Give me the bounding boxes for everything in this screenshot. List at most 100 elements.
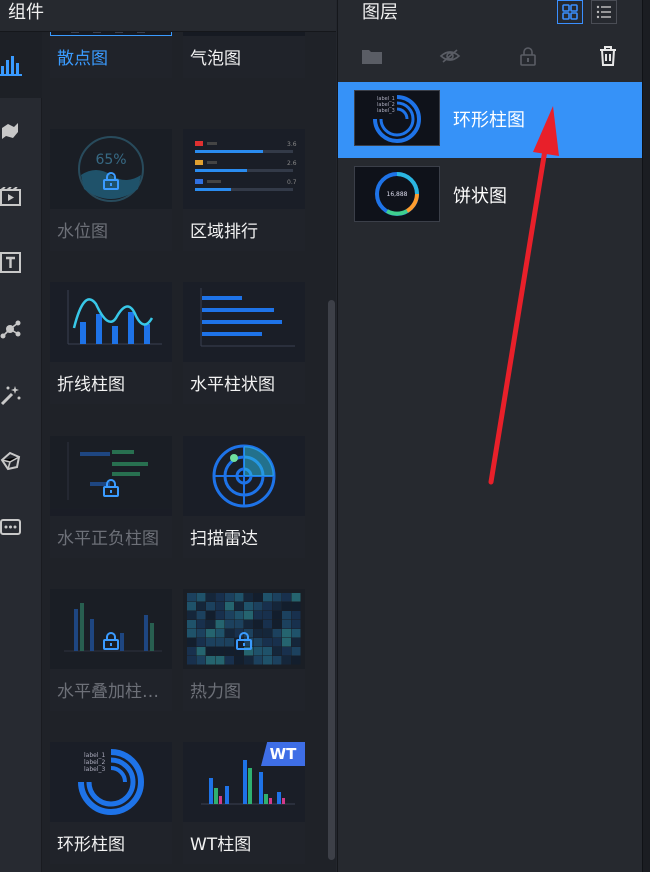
horizontal-bar-thumbnail [183,282,305,362]
folder-button[interactable] [360,44,384,68]
component-card-scan-radar[interactable]: 扫描雷达 [183,436,305,558]
heatmap-cell [291,620,301,629]
heatmap-cell [272,647,282,656]
layers-header: 图层 [338,0,643,32]
heatmap-cell [196,593,206,602]
heatmap-cell [225,629,234,638]
component-card-horizontal-pos-neg-bar[interactable]: 水平正负柱图 [50,436,172,558]
heatmap-cell [225,647,234,656]
heatmap-cell [253,611,263,620]
heatmap-cell [272,593,282,602]
component-card-horizontal-bar[interactable]: 水平柱状图 [183,282,305,404]
heatmap-cell [187,593,196,602]
heatmap-cell [291,629,301,638]
component-label: 气泡图 [190,49,241,69]
heatmap-cell [253,593,263,602]
component-card-ring-bar[interactable]: label_1 label_2 label_3 环形柱图 [50,742,172,864]
more-icon[interactable] [0,494,42,560]
heatmap-cell [206,593,215,602]
component-label: 环形柱图 [57,835,125,855]
component-card-line-bar[interactable]: 折线柱图 [50,282,172,404]
heatmap-cell [187,647,196,656]
map-icon[interactable] [0,98,42,164]
svg-text:16,888: 16,888 [387,191,408,198]
heatmap-cell [291,656,301,665]
heatmap-cell [291,602,301,611]
component-card-bubble[interactable]: 气泡图 [183,32,305,78]
media-icon[interactable] [0,164,42,230]
heatmap-cell [187,629,196,638]
heatmap-cell [282,656,291,665]
component-label: 散点图 [57,49,108,69]
heatmap-cell [282,611,291,620]
scatter-thumbnail [50,32,172,36]
component-card-wt-bar[interactable]: WT WT柱图 [183,742,305,864]
layers-title: 图层 [362,2,398,23]
heatmap-cell [253,602,263,611]
layers-panel: 图层 label_1 label_2 label_3 环形柱图 16,888 饼… [337,0,643,872]
heatmap-cell [291,647,301,656]
magic-wand-icon[interactable] [0,362,42,428]
component-card-region-rank[interactable]: 3.6 2.6 0.7 区域排行 [183,129,305,251]
heatmap-cell [234,620,244,629]
grid-view-button[interactable] [557,0,583,24]
heatmap-cell [187,602,196,611]
trash-icon [600,46,616,66]
heatmap-cell [187,638,196,647]
delete-button[interactable] [596,44,620,68]
heatmap-cell [225,638,234,647]
component-card-water-level[interactable]: 65% 水位图 [50,129,172,251]
layer-item-pie[interactable]: 16,888 饼状图 [338,158,643,234]
heatmap-cell [291,593,301,602]
bar-chart-icon[interactable] [0,32,42,98]
shape-icon[interactable] [0,428,42,494]
lock-icon [103,172,119,190]
component-label: 水平叠加柱… [57,682,159,702]
stacked-bar-thumbnail [50,589,172,669]
heatmap-cell [187,620,196,629]
heatmap-cell [272,611,282,620]
heatmap-cell [225,611,234,620]
lock-button[interactable] [516,44,540,68]
heatmap-cell [206,629,215,638]
component-card-horizontal-stacked-bar[interactable]: 水平叠加柱… [50,589,172,711]
folder-icon [362,50,382,64]
heatmap-cell [263,647,272,656]
lock-icon [103,632,119,650]
heatmap-cell [291,638,301,647]
layer-thumbnail: label_1 label_2 label_3 [354,90,440,146]
heatmap-cell [272,638,282,647]
category-rail [0,32,42,872]
component-card-heatmap[interactable]: 热力图 [183,589,305,711]
component-label: 水平柱状图 [190,375,275,395]
component-card-scatter[interactable]: 散点图 [50,32,172,78]
heatmap-cell [215,620,225,629]
window-edge [642,0,650,872]
wt-badge: WT [261,742,305,766]
heatmap-cell [206,611,215,620]
lock-icon [103,479,119,497]
hide-button[interactable] [438,44,462,68]
grid-scrollbar-thumb[interactable] [328,300,335,860]
svg-text:label_1: label_1 [84,752,106,759]
heatmap-cell [291,611,301,620]
svg-text:label_3: label_3 [84,766,106,773]
heatmap-cell [272,629,282,638]
list-view-button[interactable] [591,0,617,24]
heatmap-cell [206,602,215,611]
heatmap-cell [215,593,225,602]
heatmap-cell [263,629,272,638]
heatmap-cell [253,656,263,665]
layer-item-ring-bar[interactable]: label_1 label_2 label_3 环形柱图 [338,82,643,158]
component-label: 区域排行 [190,222,258,242]
text-icon[interactable] [0,230,42,296]
heatmap-cell [282,602,291,611]
heatmap-cell [215,638,225,647]
heatmap-cell [215,629,225,638]
heatmap-cell [206,620,215,629]
water-level-percent: 65% [95,152,126,168]
relation-icon[interactable] [0,296,42,362]
heatmap-cell [196,602,206,611]
list-view-icon [596,5,611,19]
bubble-thumbnail [183,32,305,36]
